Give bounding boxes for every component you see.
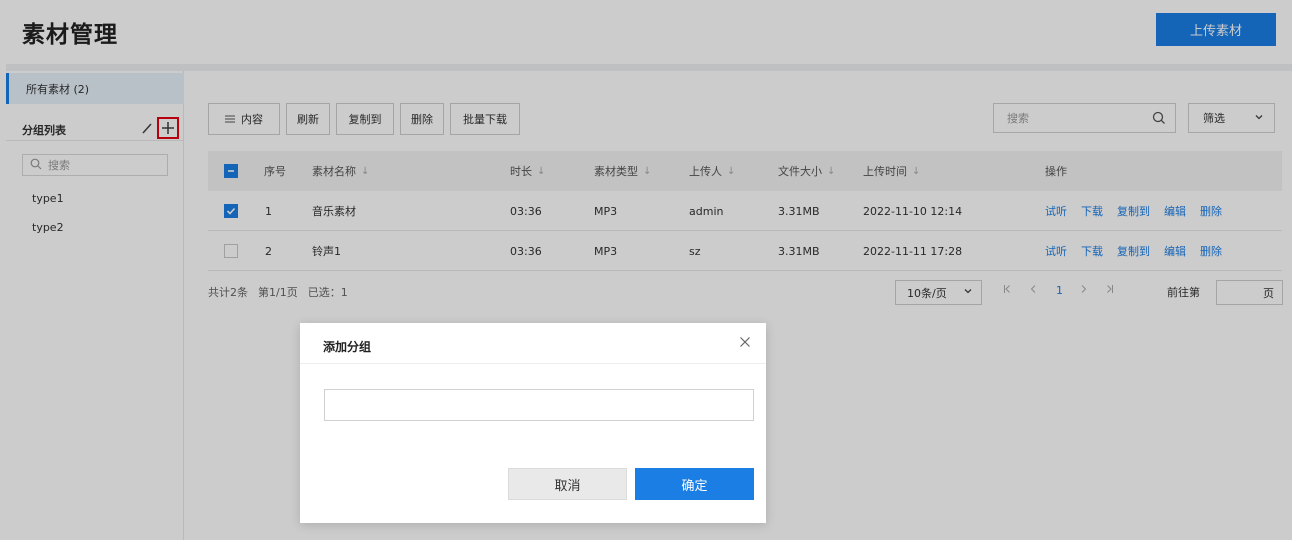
cancel-button[interactable]: 取消 bbox=[508, 468, 627, 500]
close-icon[interactable] bbox=[739, 333, 751, 352]
dialog-divider bbox=[300, 363, 766, 364]
confirm-button[interactable]: 确定 bbox=[635, 468, 754, 500]
group-name-input[interactable] bbox=[324, 389, 754, 421]
dialog-title: 添加分组 bbox=[323, 340, 372, 354]
add-group-dialog: 添加分组 取消 确定 bbox=[300, 323, 766, 523]
